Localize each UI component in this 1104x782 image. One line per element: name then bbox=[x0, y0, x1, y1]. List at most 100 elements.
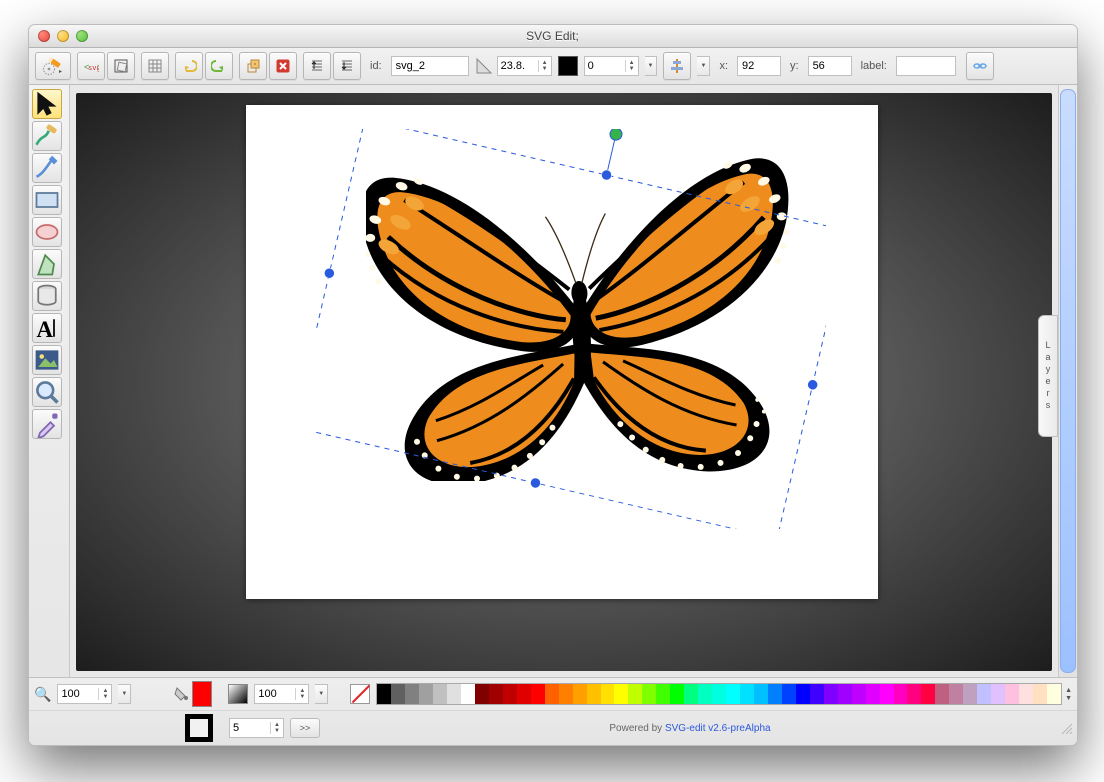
palette-swatch[interactable] bbox=[503, 684, 517, 704]
palette-swatch[interactable] bbox=[684, 684, 698, 704]
palette-swatch[interactable] bbox=[587, 684, 601, 704]
svg-edit-link[interactable]: SVG-edit v2.6-preAlpha bbox=[665, 723, 771, 734]
palette-swatch[interactable] bbox=[796, 684, 810, 704]
palette-swatch[interactable] bbox=[852, 684, 866, 704]
align-button[interactable] bbox=[663, 52, 691, 80]
palette-swatch[interactable] bbox=[866, 684, 880, 704]
palette-swatch[interactable] bbox=[1033, 684, 1047, 704]
palette-swatch[interactable] bbox=[419, 684, 433, 704]
tool-zoom[interactable] bbox=[32, 377, 62, 407]
undo-button[interactable] bbox=[175, 52, 203, 80]
palette-swatch[interactable] bbox=[740, 684, 754, 704]
palette-swatch[interactable] bbox=[963, 684, 977, 704]
id-field[interactable] bbox=[391, 56, 469, 76]
palette-swatch[interactable] bbox=[461, 684, 475, 704]
palette-swatch[interactable] bbox=[545, 684, 559, 704]
tool-eyedropper[interactable] bbox=[32, 409, 62, 439]
edit-source-button[interactable]: <svg> bbox=[77, 52, 105, 80]
opacity-stepper[interactable]: ▲▼ bbox=[295, 688, 308, 700]
blur-stepper[interactable]: ▲▼ bbox=[625, 60, 638, 72]
link-button[interactable] bbox=[966, 52, 994, 80]
zoom-window-button[interactable] bbox=[76, 30, 88, 42]
palette-swatch[interactable] bbox=[698, 684, 712, 704]
palette-swatch[interactable] bbox=[377, 684, 391, 704]
tool-cylinder[interactable] bbox=[32, 281, 62, 311]
palette-swatch[interactable] bbox=[977, 684, 991, 704]
wireframe-button[interactable] bbox=[107, 52, 135, 80]
palette-swatch[interactable] bbox=[475, 684, 489, 704]
palette-swatch[interactable] bbox=[405, 684, 419, 704]
palette-swatch[interactable] bbox=[489, 684, 503, 704]
tool-ellipse[interactable] bbox=[32, 217, 62, 247]
selected-object[interactable] bbox=[366, 151, 796, 481]
align-dropdown[interactable]: ▼ bbox=[697, 56, 710, 76]
palette-scroll[interactable]: ▲▼ bbox=[1065, 687, 1072, 702]
palette-swatch[interactable] bbox=[559, 684, 573, 704]
angle-field[interactable]: ▲▼ bbox=[497, 56, 552, 76]
zoom-field[interactable]: ▲▼ bbox=[57, 684, 112, 704]
palette-swatch[interactable] bbox=[1047, 684, 1061, 704]
zoom-stepper[interactable]: ▲▼ bbox=[98, 688, 111, 700]
palette-swatch[interactable] bbox=[447, 684, 461, 704]
no-fill-swatch[interactable] bbox=[350, 684, 370, 704]
x-field[interactable] bbox=[737, 56, 781, 76]
palette-swatch[interactable] bbox=[726, 684, 740, 704]
palette-swatch[interactable] bbox=[573, 684, 587, 704]
blur-input[interactable] bbox=[585, 58, 625, 74]
palette-swatch[interactable] bbox=[642, 684, 656, 704]
stroke-width-input[interactable] bbox=[230, 720, 270, 736]
palette-swatch[interactable] bbox=[391, 684, 405, 704]
blur-dropdown[interactable]: ▼ bbox=[645, 56, 658, 76]
angle-input[interactable] bbox=[498, 58, 538, 74]
palette-swatch[interactable] bbox=[810, 684, 824, 704]
tool-rect[interactable] bbox=[32, 185, 62, 215]
delete-button[interactable] bbox=[269, 52, 297, 80]
minimize-window-button[interactable] bbox=[57, 30, 69, 42]
palette-swatch[interactable] bbox=[601, 684, 615, 704]
palette-swatch[interactable] bbox=[782, 684, 796, 704]
palette-swatch[interactable] bbox=[768, 684, 782, 704]
palette-swatch[interactable] bbox=[517, 684, 531, 704]
blur-field[interactable]: ▲▼ bbox=[584, 56, 639, 76]
zoom-dropdown[interactable]: ▼ bbox=[118, 684, 131, 704]
layers-panel-toggle[interactable]: Layers bbox=[1038, 315, 1058, 437]
palette-swatch[interactable] bbox=[907, 684, 921, 704]
clone-button[interactable] bbox=[239, 52, 267, 80]
redo-button[interactable] bbox=[205, 52, 233, 80]
y-field[interactable] bbox=[808, 56, 852, 76]
close-window-button[interactable] bbox=[38, 30, 50, 42]
stroke-width-field[interactable]: ▲▼ bbox=[229, 718, 284, 738]
palette-swatch[interactable] bbox=[1019, 684, 1033, 704]
move-top-button[interactable] bbox=[303, 52, 331, 80]
palette-swatch[interactable] bbox=[614, 684, 628, 704]
blur-color-swatch[interactable] bbox=[558, 56, 578, 76]
palette-swatch[interactable] bbox=[949, 684, 963, 704]
tool-polygon[interactable] bbox=[32, 249, 62, 279]
tool-text[interactable]: A bbox=[32, 313, 62, 343]
stroke-style-button[interactable]: >> bbox=[290, 718, 320, 738]
stroke-width-stepper[interactable]: ▲▼ bbox=[270, 722, 283, 734]
tool-pencil[interactable] bbox=[32, 121, 62, 151]
zoom-input[interactable] bbox=[58, 686, 98, 702]
tool-pen[interactable] bbox=[32, 153, 62, 183]
palette-swatch[interactable] bbox=[754, 684, 768, 704]
label-field[interactable] bbox=[896, 56, 956, 76]
palette-swatch[interactable] bbox=[1005, 684, 1019, 704]
palette-swatch[interactable] bbox=[935, 684, 949, 704]
opacity-dropdown[interactable]: ▼ bbox=[315, 684, 328, 704]
palette-swatch[interactable] bbox=[670, 684, 684, 704]
palette-swatch[interactable] bbox=[531, 684, 545, 704]
move-bottom-button[interactable] bbox=[333, 52, 361, 80]
tool-image[interactable] bbox=[32, 345, 62, 375]
palette-swatch[interactable] bbox=[880, 684, 894, 704]
vertical-scrollbar[interactable] bbox=[1060, 89, 1076, 673]
opacity-field[interactable]: ▲▼ bbox=[254, 684, 309, 704]
fill-color-swatch[interactable] bbox=[192, 681, 212, 707]
color-palette[interactable] bbox=[376, 683, 1062, 705]
stroke-color-swatch[interactable] bbox=[185, 714, 213, 742]
palette-swatch[interactable] bbox=[712, 684, 726, 704]
palette-swatch[interactable] bbox=[824, 684, 838, 704]
palette-swatch[interactable] bbox=[921, 684, 935, 704]
palette-swatch[interactable] bbox=[656, 684, 670, 704]
palette-swatch[interactable] bbox=[894, 684, 908, 704]
